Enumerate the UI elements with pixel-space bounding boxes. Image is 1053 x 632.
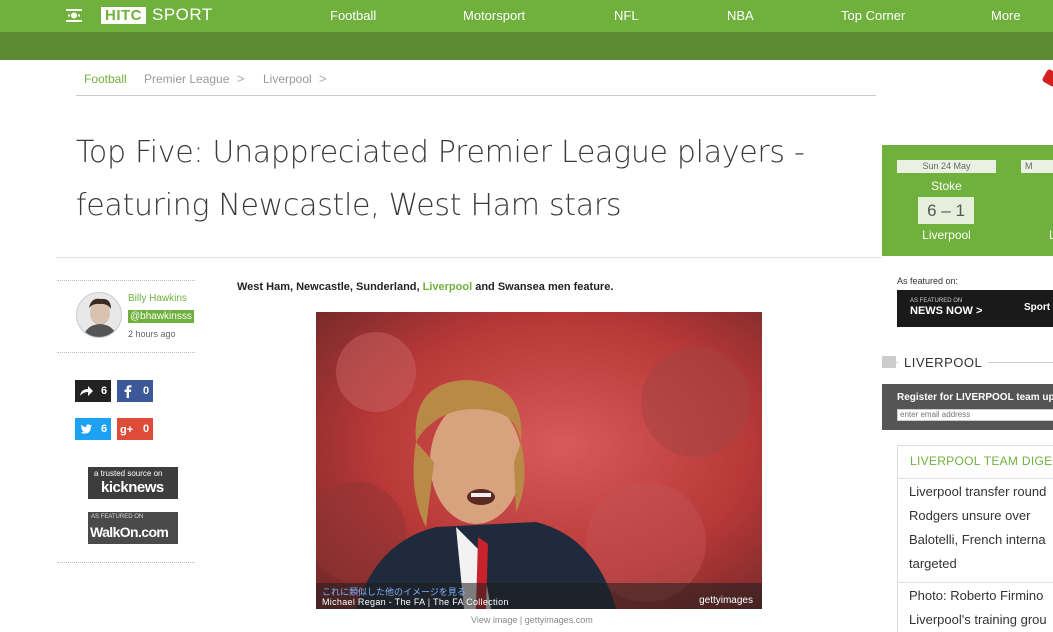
nav-item-top-corner[interactable]: Top Corner: [841, 8, 905, 24]
share-count: 6: [97, 380, 111, 402]
view-image-link[interactable]: View image | gettyimages.com: [471, 615, 593, 625]
divider: [57, 562, 195, 563]
top-nav-bar: HITC SPORT Football Motorsport NFL NBA T…: [0, 0, 1053, 32]
nav-item-nba[interactable]: NBA: [727, 8, 754, 24]
avatar-image: [77, 293, 121, 337]
svg-text:g+: g+: [120, 424, 133, 436]
logo-hitc[interactable]: HITC: [101, 7, 146, 24]
divider: [57, 352, 195, 353]
breadcrumb-liverpool[interactable]: Liverpool: [263, 72, 312, 86]
red-badge-icon[interactable]: [1041, 68, 1053, 88]
featured-label: As featured on:: [897, 276, 959, 286]
match-date-next: M: [1021, 160, 1053, 173]
nav-item-motorsport[interactable]: Motorsport: [463, 8, 525, 24]
match-date: Sun 24 May: [897, 160, 996, 173]
menu-icon[interactable]: [66, 9, 82, 22]
walkon-badge-main: WalkOn.com: [90, 524, 169, 540]
google-plus-icon: g+: [117, 418, 139, 440]
intro-text-end: and Swansea men feature.: [472, 281, 614, 293]
facebook-count: 0: [139, 380, 153, 402]
email-field[interactable]: enter email address: [897, 409, 1053, 421]
score-widget[interactable]: Sun 24 May M Stoke 6 – 1 Liverpool L: [882, 145, 1053, 256]
kicknews-badge[interactable]: a trusted source on kicknews: [88, 467, 178, 499]
divider: [57, 280, 195, 281]
divider: [898, 478, 1053, 479]
page-title: Top Five: Unappreciated Premier League p…: [76, 135, 805, 223]
register-box: Register for LIVERPOOL team up enter ema…: [882, 384, 1053, 430]
section-heading-liverpool: LIVERPOOL: [898, 355, 989, 370]
digest-item-line[interactable]: Rodgers unsure over: [909, 504, 1030, 528]
breadcrumb-football[interactable]: Football: [84, 72, 127, 86]
kicknews-badge-top: a trusted source on: [94, 469, 163, 478]
kicknews-badge-main: kicknews: [101, 479, 164, 496]
breadcrumb-premier-league[interactable]: Premier League: [144, 72, 229, 86]
intro-link-liverpool[interactable]: Liverpool: [423, 281, 473, 293]
logo-sport[interactable]: SPORT: [152, 5, 213, 25]
newsnow-badge-top: AS FEATURED ON: [910, 298, 963, 304]
article-intro: West Ham, Newcastle, Sunderland, Liverpo…: [237, 281, 613, 293]
article-photo[interactable]: これに類似した他のイメージを見る Michael Regan - The FA …: [316, 312, 762, 609]
nav-item-football[interactable]: Football: [330, 8, 376, 24]
avatar[interactable]: [76, 292, 122, 338]
away-team-next: L: [1049, 228, 1053, 242]
share-arrow-icon: [75, 380, 97, 402]
register-title: Register for LIVERPOOL team up: [897, 392, 1053, 403]
google-plus-count: 0: [139, 418, 153, 440]
nav-item-nfl[interactable]: NFL: [614, 8, 639, 24]
breadcrumb-separator: >: [319, 71, 327, 86]
away-team: Liverpool: [922, 228, 971, 242]
digest-item-line[interactable]: targeted: [909, 552, 957, 576]
digest-item-line[interactable]: Photo: Roberto Firmino: [909, 584, 1043, 608]
divider: [898, 582, 1053, 583]
author-name[interactable]: Billy Hawkins: [128, 293, 187, 304]
breadcrumb: Football Premier League > Liverpool >: [76, 68, 876, 96]
home-team: Stoke: [931, 179, 962, 193]
walkon-badge-top: AS FEATURED ON: [91, 514, 144, 520]
digest-item-line[interactable]: Liverpool transfer round: [909, 480, 1046, 504]
divider: [56, 257, 882, 258]
match-score: 6 – 1: [918, 197, 974, 224]
team-digest: LIVERPOOL TEAM DIGEST Liverpool transfer…: [897, 445, 1053, 632]
facebook-icon: [117, 380, 139, 402]
sub-nav-bar: [0, 32, 1053, 60]
author-handle[interactable]: @bhawkinsss: [128, 310, 194, 323]
twitter-count: 6: [97, 418, 111, 440]
player-photo: [316, 312, 762, 609]
newsnow-badge[interactable]: AS FEATURED ON NEWS NOW >: [897, 290, 1011, 327]
digest-title: LIVERPOOL TEAM DIGEST: [910, 454, 1053, 468]
newsnow-badge-main: NEWS NOW >: [910, 305, 983, 317]
digest-item-line[interactable]: Balotelli, French interna: [909, 528, 1046, 552]
sport-badge-label: Sport: [1024, 302, 1051, 313]
author-timestamp: 2 hours ago: [128, 329, 176, 339]
walkon-badge[interactable]: AS FEATURED ON WalkOn.com: [88, 512, 178, 544]
intro-text: West Ham, Newcastle, Sunderland,: [237, 281, 423, 293]
breadcrumb-separator: >: [237, 71, 245, 86]
nav-item-more[interactable]: More: [991, 8, 1021, 24]
getty-logo[interactable]: gettyimages: [699, 595, 753, 606]
digest-item-line[interactable]: Liverpool's training grou: [909, 608, 1047, 632]
photo-credit: Michael Regan - The FA | The FA Collecti…: [322, 597, 509, 607]
section-marker: [882, 356, 896, 368]
twitter-icon: [75, 418, 97, 440]
